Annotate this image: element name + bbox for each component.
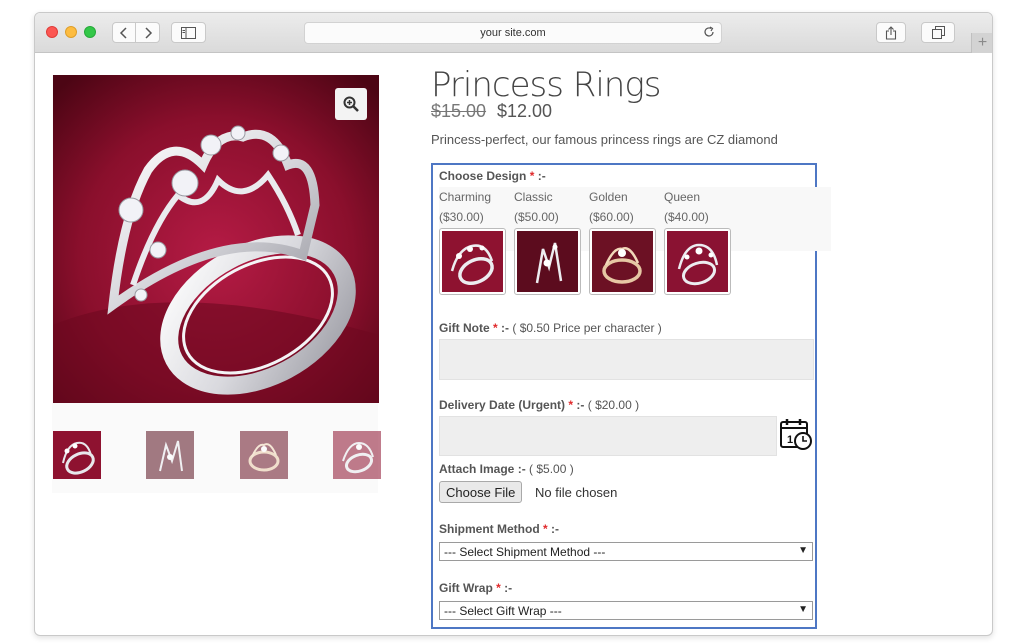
plus-icon: + (977, 34, 988, 51)
dropdown-arrow-icon: ▼ (798, 604, 808, 615)
gallery-thumbnail[interactable] (333, 431, 381, 479)
old-price: $15.00 (431, 101, 487, 121)
ring-photo (53, 75, 379, 403)
gallery-thumbnail[interactable] (240, 431, 288, 479)
product-main-image[interactable] (53, 75, 379, 403)
product-title: Princess Rings (431, 65, 661, 105)
browser-window: your site.com + Princess Rings $15.00 $1… (34, 12, 993, 636)
share-button[interactable] (876, 22, 906, 43)
shipment-method-label: Shipment Method * :- (439, 522, 560, 536)
product-addons-form: Choose Design * :- Charming ($30.00) Cla… (431, 163, 831, 629)
product-description: Princess-perfect, our famous princess ri… (431, 132, 778, 147)
choose-file-button[interactable]: Choose File (439, 481, 523, 503)
tab-overview-button[interactable] (921, 22, 955, 43)
ring-thumb-image (53, 431, 101, 479)
ring-swatch-image (592, 231, 653, 292)
design-swatch-queen[interactable] (664, 228, 731, 295)
current-price: $12.00 (497, 101, 553, 121)
reload-icon[interactable] (703, 26, 715, 38)
minimize-window-button[interactable] (65, 26, 77, 38)
design-option-classic: Classic ($50.00) (514, 190, 559, 224)
chevron-left-icon (119, 26, 127, 39)
ring-thumb-image (240, 431, 288, 479)
file-status-text: No file chosen (535, 485, 618, 500)
close-window-button[interactable] (46, 26, 58, 38)
gallery-thumbnail[interactable] (146, 431, 194, 479)
sidebar-icon (181, 26, 196, 39)
gallery-thumbnail[interactable] (53, 431, 101, 479)
forward-button[interactable] (136, 22, 160, 43)
design-swatch-charming[interactable] (439, 228, 506, 295)
design-option-golden: Golden ($60.00) (589, 190, 634, 224)
svg-text:1: 1 (787, 434, 793, 446)
attach-image-label: Attach Image :- ( $5.00 ) (439, 462, 574, 476)
new-tab-button[interactable]: + (971, 33, 992, 53)
share-icon (885, 25, 897, 40)
design-swatch-golden[interactable] (589, 228, 656, 295)
gift-note-label: Gift Note * :- ( $0.50 Price per charact… (439, 321, 662, 335)
title-bar: your site.com (35, 13, 992, 53)
shipment-method-value: --- Select Shipment Method --- (444, 544, 606, 559)
gift-wrap-value: --- Select Gift Wrap --- (444, 603, 562, 618)
ring-swatch-image (667, 231, 728, 292)
shipment-method-select[interactable]: --- Select Shipment Method --- ▼ (439, 542, 813, 561)
ring-swatch-image (442, 231, 503, 292)
zoom-button[interactable] (335, 88, 367, 120)
ring-swatch-image (517, 231, 578, 292)
choose-design-label: Choose Design * :- (439, 169, 546, 183)
delivery-date-label: Delivery Date (Urgent) * :- ( $20.00 ) (439, 398, 640, 412)
ring-thumb-image (333, 431, 381, 479)
calendar-clock-icon[interactable]: 1 (779, 417, 813, 451)
sidebar-toggle-button[interactable] (171, 22, 206, 43)
chevron-right-icon (144, 26, 152, 39)
product-gallery (52, 75, 381, 493)
design-option-queen: Queen ($40.00) (664, 190, 709, 224)
delivery-date-input[interactable] (439, 416, 777, 456)
gift-wrap-select[interactable]: --- Select Gift Wrap --- ▼ (439, 601, 813, 620)
design-swatch-classic[interactable] (514, 228, 581, 295)
ring-thumb-image (146, 431, 194, 479)
back-button[interactable] (112, 22, 136, 43)
dropdown-arrow-icon: ▼ (798, 545, 808, 556)
tabs-icon (931, 26, 945, 39)
address-bar[interactable]: your site.com (304, 22, 722, 44)
gift-wrap-label: Gift Wrap * :- (439, 581, 513, 595)
zoom-in-icon (343, 96, 359, 112)
maximize-window-button[interactable] (84, 26, 96, 38)
gift-note-textarea[interactable] (439, 339, 814, 380)
address-text: your site.com (480, 27, 546, 39)
design-option-charming: Charming ($30.00) (439, 190, 492, 224)
